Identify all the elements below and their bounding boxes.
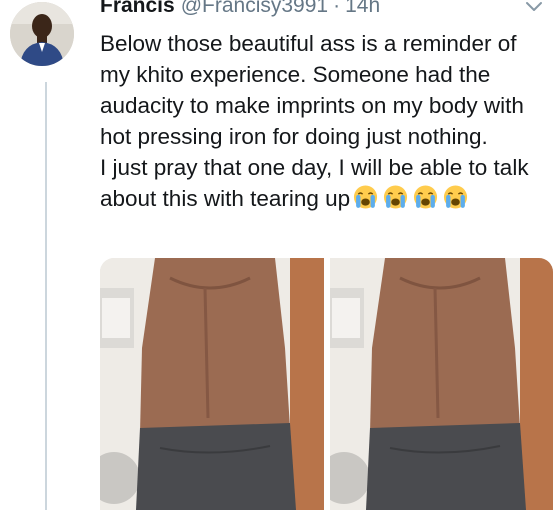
display-name[interactable]: Francis: [100, 0, 175, 18]
photo-back-image: [100, 258, 324, 510]
tweet-media: [100, 258, 553, 510]
loudly-crying-face-emoji: [352, 184, 379, 210]
loudly-crying-face-emoji: [412, 184, 439, 210]
separator-dot: ·: [333, 0, 341, 17]
tweet-text: Below those beautiful ass is a reminder …: [100, 28, 550, 214]
tweet-photo-2[interactable]: [330, 258, 553, 510]
thread-line: [45, 82, 47, 510]
photo-back-image: [330, 258, 553, 510]
avatar[interactable]: [10, 2, 74, 66]
loudly-crying-face-emoji: [442, 184, 469, 210]
loudly-crying-face-emoji: [382, 184, 409, 210]
emoji-group: [352, 184, 472, 210]
user-handle[interactable]: @Francisy3991: [181, 0, 328, 18]
timestamp[interactable]: 14h: [345, 0, 380, 18]
tweet-paragraph-2: I just pray that one day, I will be able…: [100, 152, 550, 214]
tweet-header: Francis @Francisy3991 · 14h: [100, 0, 380, 22]
avatar-photo: [10, 2, 74, 66]
chevron-down-icon[interactable]: [525, 0, 543, 14]
tweet-photo-1[interactable]: [100, 258, 324, 510]
tweet-paragraph-1: Below those beautiful ass is a reminder …: [100, 31, 524, 149]
